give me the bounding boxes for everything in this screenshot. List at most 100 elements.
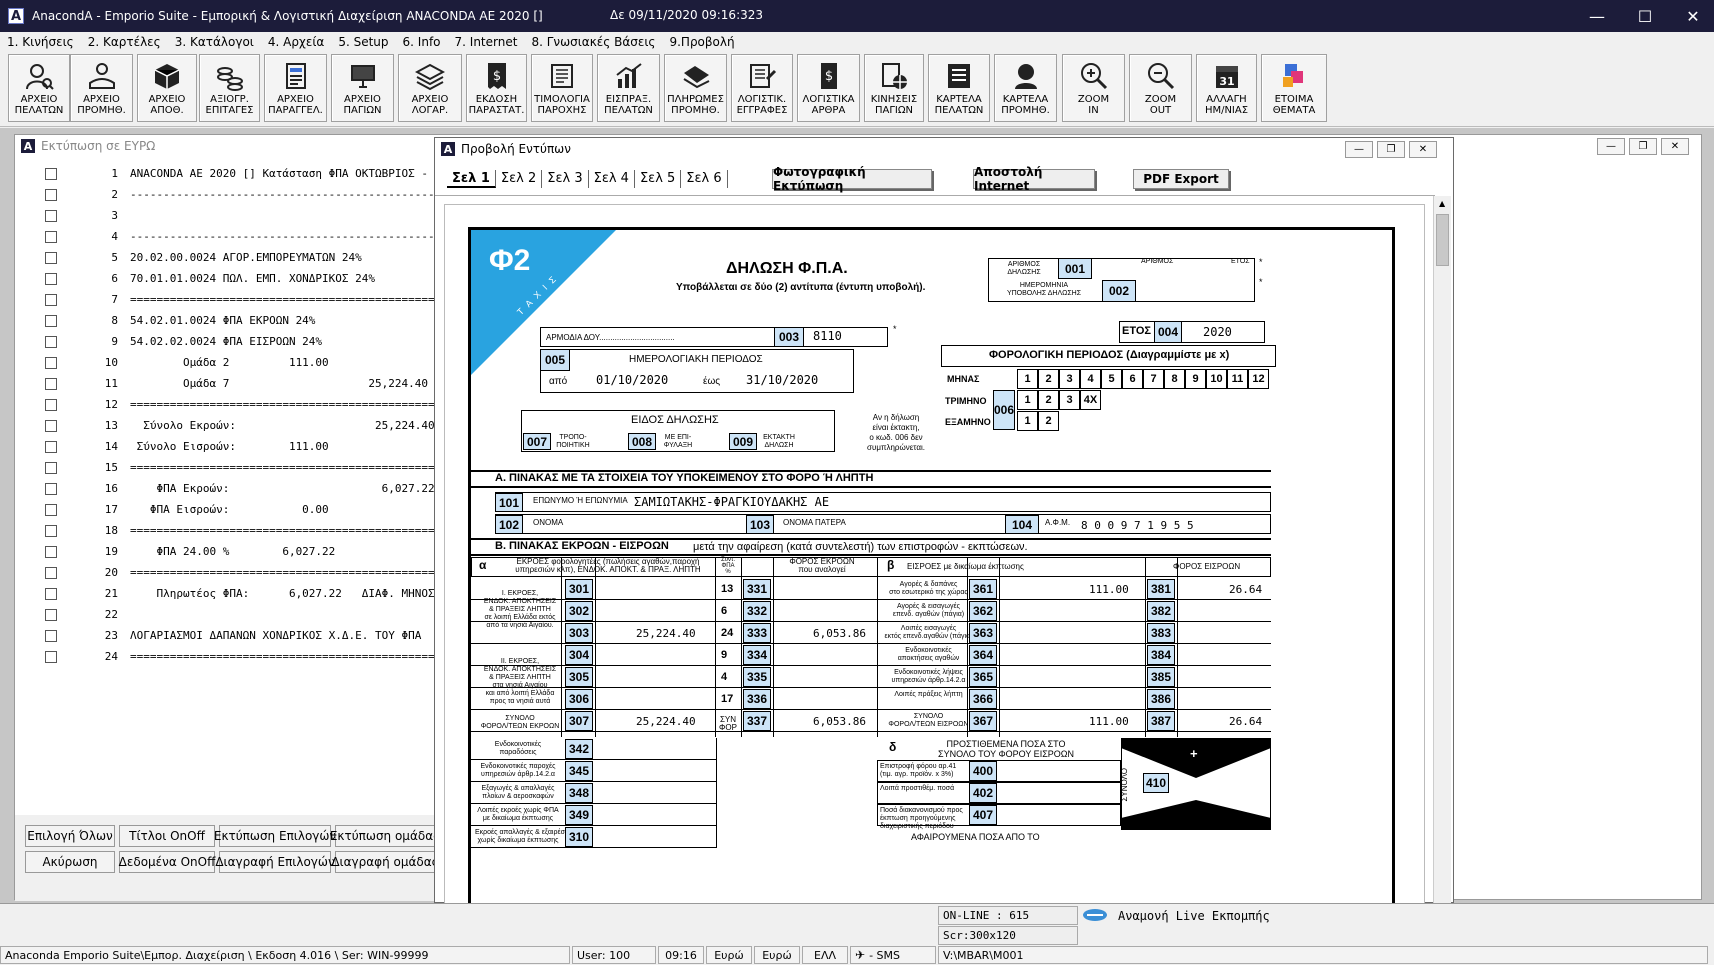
print-line[interactable]: 7 =======================================…	[15, 289, 435, 310]
print-line[interactable]: 13 Σύνολο Εκροών: 25,224.40	[15, 415, 435, 436]
line-checkbox[interactable]	[45, 630, 57, 642]
print-line[interactable]: 22	[15, 604, 435, 625]
tab-page-6[interactable]: Σελ 6	[681, 170, 728, 188]
print-line[interactable]: 1 ANACONDA AE 2020 [] Κατάσταση ΦΠΑ ΟΚΤΩΒ…	[15, 163, 435, 184]
menu-katalogoi[interactable]: 3. Κατάλογοι	[168, 35, 261, 49]
print-line[interactable]: 8 54.02.01.0024 ΦΠΑ ΕΚΡΟΩΝ 24%	[15, 310, 435, 331]
scroll-up-arrow-icon[interactable]: ▲	[1439, 199, 1445, 208]
menu-internet[interactable]: 7. Internet	[448, 35, 525, 49]
print-line[interactable]: 5 20.02.00.0024 ΑΓΟΡ.ΕΜΠΟΡΕΥΜΑΤΩΝ 24%	[15, 247, 435, 268]
toolbar-button-themes[interactable]: ΕΤΟΙΜΑ ΘΕΜΑΤΑ	[1261, 54, 1327, 122]
line-checkbox[interactable]	[45, 651, 57, 663]
delete-selected-button[interactable]: Διαγραφή Επιλογών	[215, 851, 335, 873]
print-line[interactable]: 24 ======================================…	[15, 646, 435, 667]
line-checkbox[interactable]	[45, 252, 57, 264]
print-line[interactable]: 4 ---------------------------------------…	[15, 226, 435, 247]
line-checkbox[interactable]	[45, 441, 57, 453]
toolbar-button-scroll[interactable]: ΤΙΜΟΛΟΓΙΑ ΠΑΡΟΧΗΣ	[531, 54, 593, 122]
toolbar-button-card[interactable]: ΚΑΡΤΕΛΑ ΠΕΛΑΤΩΝ	[928, 54, 990, 122]
tab-page-5[interactable]: Σελ 5	[635, 170, 682, 188]
print-line[interactable]: 21 Πληρωτέος ΦΠΑ: 6,027.22 ΔΙΑΦ. ΜΗΝΟΣ	[15, 583, 435, 604]
line-checkbox[interactable]	[45, 378, 57, 390]
print-line[interactable]: 15 ======================================…	[15, 457, 435, 478]
line-checkbox[interactable]	[45, 168, 57, 180]
preview-window-close-button[interactable]: ✕	[1409, 141, 1437, 158]
toolbar-button-orders[interactable]: ΑΡΧΕΙΟ ΠΑΡΑΓΓΕΛ.	[264, 54, 327, 122]
cancel-button[interactable]: Ακύρωση	[25, 851, 115, 873]
scrollbar-thumb[interactable]	[1436, 214, 1449, 266]
menu-arxeia[interactable]: 4. Αρχεία	[261, 35, 331, 49]
print-line[interactable]: 2 ---------------------------------------…	[15, 184, 435, 205]
toolbar-button-warehouse[interactable]: ΑΡΧΕΙΟ ΑΠΟΘ.	[137, 54, 197, 122]
menu-info[interactable]: 6. Info	[396, 35, 448, 49]
toolbar-button-assets[interactable]: ΚΙΝΗΣΕΙΣ ΠΑΓΙΩΝ	[864, 54, 924, 122]
tab-page-1[interactable]: Σελ 1	[447, 170, 496, 188]
line-checkbox[interactable]	[45, 273, 57, 285]
print-line[interactable]: 10 Ομάδα 2 111.00	[15, 352, 435, 373]
toolbar-button-layers[interactable]: ΑΡΧΕΙΟ ΛΟΓΑΡ.	[398, 54, 462, 122]
delete-group-button[interactable]: Διαγραφή ομάδας	[331, 851, 439, 873]
line-checkbox[interactable]	[45, 483, 57, 495]
status-sms[interactable]: ✈ - SMS	[850, 946, 936, 964]
toolbar-button-calendar[interactable]: 31 ΑΛΛΑΓΗ ΗΜ/ΝΙΑΣ	[1196, 54, 1257, 122]
tab-page-2[interactable]: Σελ 2	[496, 170, 543, 188]
print-line[interactable]: 11 Ομάδα 7 25,224.40	[15, 373, 435, 394]
line-checkbox[interactable]	[45, 357, 57, 369]
close-button[interactable]: ✕	[1669, 0, 1714, 32]
menu-kartelas[interactable]: 2. Καρτέλες	[81, 35, 168, 49]
toolbar-button-register[interactable]: ΛΟΓΙΣΤΙΚ. ΕΓΓΡΑΦΕΣ	[731, 54, 793, 122]
line-checkbox[interactable]	[45, 315, 57, 327]
line-checkbox[interactable]	[45, 525, 57, 537]
line-checkbox[interactable]	[45, 567, 57, 579]
preview-window-restore-button[interactable]: ❐	[1377, 141, 1405, 158]
line-checkbox[interactable]	[45, 210, 57, 222]
menu-provoli[interactable]: 9.Προβολή	[662, 35, 741, 49]
status-currency-2[interactable]: Ευρώ	[754, 946, 800, 964]
print-line[interactable]: 16 ΦΠΑ Εκροών: 6,027.22	[15, 478, 435, 499]
print-line[interactable]: 17 ΦΠΑ Εισροών: 0.00	[15, 499, 435, 520]
print-window-restore-button[interactable]: ❐	[1629, 138, 1657, 155]
print-line[interactable]: 20 ======================================…	[15, 562, 435, 583]
toolbar-button-customer[interactable]: ΑΡΧΕΙΟ ΠΕΛΑΤΩΝ	[8, 54, 70, 122]
maximize-button[interactable]: ☐	[1621, 0, 1669, 32]
vertical-scrollbar[interactable]: ▲	[1433, 196, 1451, 904]
line-checkbox[interactable]	[45, 546, 57, 558]
print-group-button[interactable]: Εκτύπωση ομάδας	[330, 825, 440, 847]
line-checkbox[interactable]	[45, 336, 57, 348]
toolbar-button-payment[interactable]: ΠΛΗΡΩΜΕΣ ΠΡΟΜΗΘ.	[664, 54, 727, 122]
toolbar-button-ledger[interactable]: $ ΛΟΓΙΣΤΙΚΑ ΑΡΘΡΑ	[797, 54, 860, 122]
tab-page-4[interactable]: Σελ 4	[589, 170, 635, 188]
line-checkbox[interactable]	[45, 504, 57, 516]
print-line[interactable]: 14 Σύνολο Εισροών: 111.00	[15, 436, 435, 457]
titles-onoff-button[interactable]: Τίτλοι OnOff	[119, 825, 215, 847]
print-line[interactable]: 6 70.01.01.0024 ΠΩΛ. ΕΜΠ. ΧΟΝΔΡΙΚΟΣ 24%	[15, 268, 435, 289]
menu-knowledge[interactable]: 8. Γνωσιακές Βάσεις	[524, 35, 662, 49]
photo-print-button[interactable]: Φωτογραφική Εκτύπωση	[772, 165, 932, 193]
line-checkbox[interactable]	[45, 588, 57, 600]
status-currency-1[interactable]: Ευρώ	[706, 946, 752, 964]
print-line[interactable]: 12 ======================================…	[15, 394, 435, 415]
print-line[interactable]: 9 54.02.02.0024 ΦΠΑ ΕΙΣΡΟΩΝ 24%	[15, 331, 435, 352]
line-checkbox[interactable]	[45, 189, 57, 201]
line-checkbox[interactable]	[45, 399, 57, 411]
print-window-close-button[interactable]: ✕	[1661, 138, 1689, 155]
menu-kiniseis[interactable]: 1. Κινήσεις	[0, 35, 81, 49]
toolbar-button-zoom-in[interactable]: ZOOM IN	[1062, 54, 1125, 122]
menu-setup[interactable]: 5. Setup	[331, 35, 395, 49]
status-language[interactable]: ΕΛΛ	[802, 946, 848, 964]
line-checkbox[interactable]	[45, 609, 57, 621]
print-line[interactable]: 18 ======================================…	[15, 520, 435, 541]
line-checkbox[interactable]	[45, 231, 57, 243]
pdf-export-button[interactable]: PDF Export	[1133, 169, 1229, 189]
line-checkbox[interactable]	[45, 294, 57, 306]
print-selected-button[interactable]: Εκτύπωση Επιλογών	[214, 825, 336, 847]
line-checkbox[interactable]	[45, 462, 57, 474]
toolbar-button-invoice[interactable]: $ ΕΚΔΟΣΗ ΠΑΡΑΣΤΑΤ.	[466, 54, 527, 122]
toolbar-button-chart[interactable]: ΕΙΣΠΡΑΞ. ΠΕΛΑΤΩΝ	[597, 54, 660, 122]
minimize-button[interactable]: —	[1573, 0, 1621, 32]
toolbar-button-coins[interactable]: ΑΞΙΟΓΡ. ΕΠΙΤΑΓΕΣ	[199, 54, 260, 122]
toolbar-button-supplier[interactable]: ΑΡΧΕΙΟ ΠΡΟΜΗΘ.	[70, 54, 133, 122]
line-checkbox[interactable]	[45, 420, 57, 432]
send-internet-button[interactable]: Αποστολή Internet	[973, 165, 1095, 193]
print-window-minimize-button[interactable]: —	[1597, 138, 1625, 155]
